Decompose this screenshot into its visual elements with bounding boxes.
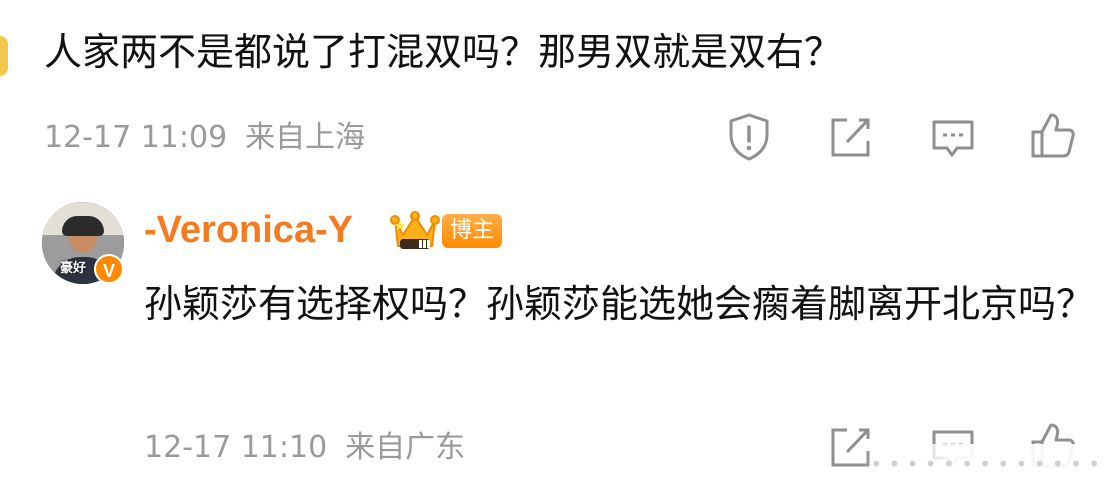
- like-icon[interactable]: [1026, 108, 1080, 162]
- previous-comment-text: 人家两不是都说了打混双吗？那男双就是双右？: [44, 30, 843, 74]
- previous-comment-date: 12-17 11:09: [44, 120, 228, 155]
- reply-text: 孙颖莎有选择权吗？孙颖莎能选她会瘸着脚离开北京吗？: [144, 282, 1095, 326]
- watermark: • • • • • • • • • • • • •: [862, 444, 1112, 484]
- blogger-badge: 博主: [442, 214, 503, 248]
- report-icon[interactable]: [722, 110, 776, 164]
- avatar-caption: 豪好: [60, 261, 87, 276]
- previous-comment-meta: 12-17 11:09 来自上海: [44, 118, 365, 158]
- comment-icon[interactable]: [926, 110, 980, 164]
- reply-date: 12-17 11:10: [144, 430, 328, 465]
- verified-badge: V: [94, 254, 124, 284]
- username[interactable]: -Veronica-Y: [144, 206, 353, 254]
- reply-meta: 12-17 11:10 来自广东: [144, 428, 465, 468]
- previous-comment-location: 来自上海: [245, 120, 366, 155]
- previous-avatar-edge: [0, 36, 8, 76]
- avatar-hair: [62, 216, 104, 236]
- crown-icon: [388, 208, 442, 254]
- share-icon[interactable]: [824, 110, 878, 164]
- reply-location: 来自广东: [345, 430, 466, 465]
